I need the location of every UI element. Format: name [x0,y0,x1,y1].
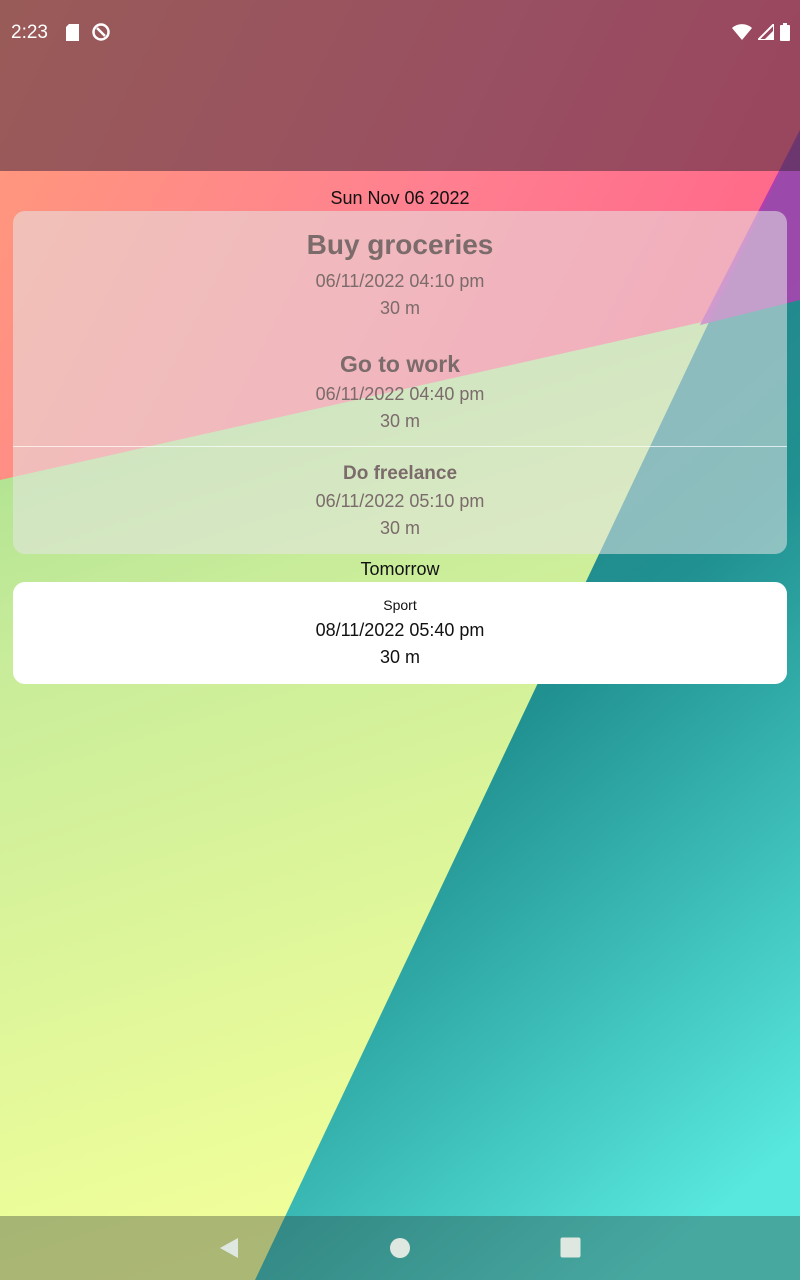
task-title: Sport [383,597,417,613]
sd-card-icon [65,24,80,47]
clock: 2:23 [11,22,48,43]
task-datetime: 06/11/2022 05:10 pm [315,491,485,511]
task-item[interactable]: Buy groceries 06/11/2022 04:10 pm 30 m [13,229,787,319]
signal-icon [755,21,775,46]
section-header-tomorrow: Tomorrow [360,559,440,579]
section-header-today: Sun Nov 06 2022 [330,188,470,208]
task-title: Go to work [339,351,461,377]
back-icon[interactable] [218,1237,240,1264]
task-item[interactable]: Do freelance 06/11/2022 05:10 pm 30 m [13,463,787,539]
task-duration: 30 m [379,411,421,431]
task-datetime: 08/11/2022 05:40 pm [315,620,485,640]
battery-icon [780,23,790,47]
home-icon[interactable] [389,1237,411,1264]
status-bar: 2:23 [0,0,800,66]
recents-icon[interactable] [560,1237,581,1263]
task-item[interactable]: Sport 08/11/2022 05:40 pm 30 m [13,597,787,668]
task-datetime: 06/11/2022 04:10 pm [315,271,485,291]
navigation-bar [0,1216,800,1280]
task-duration: 30 m [379,298,421,318]
task-card-today: Buy groceries 06/11/2022 04:10 pm 30 m G… [13,211,787,554]
sync-icon [91,22,111,48]
divider [13,446,787,447]
task-title: Do freelance [342,463,458,484]
task-duration: 30 m [379,647,421,667]
wifi-icon [732,24,752,46]
task-title: Buy groceries [306,229,494,260]
task-card-tomorrow: Sport 08/11/2022 05:40 pm 30 m [13,582,787,684]
task-duration: 30 m [379,518,421,538]
task-item[interactable]: Go to work 06/11/2022 04:40 pm 30 m [13,351,787,432]
task-datetime: 06/11/2022 04:40 pm [315,384,485,404]
